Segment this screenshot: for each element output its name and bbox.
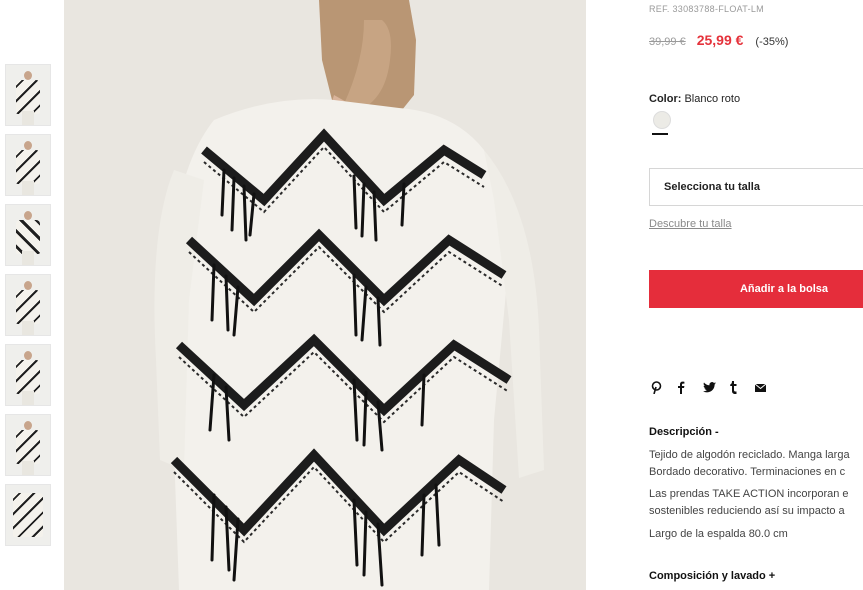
share-icons — [651, 381, 769, 394]
color-value: Blanco roto — [684, 93, 741, 105]
color-label-row: Color: Blanco roto — [649, 93, 740, 105]
selected-swatch-indicator — [652, 133, 668, 135]
tumblr-icon[interactable] — [729, 381, 743, 394]
back-length-text: Largo de la espalda 80.0 cm — [649, 528, 788, 540]
size-select-label: Selecciona tu talla — [664, 181, 760, 193]
thumbnail-gallery — [5, 64, 51, 554]
product-info-panel: REF. 33083788-FLOAT-LM 39,99 € 25,99 € (… — [649, 0, 863, 590]
color-label: Color: — [649, 93, 682, 105]
add-to-bag-label: Añadir a la bolsa — [739, 283, 829, 295]
thumbnail-6[interactable] — [5, 414, 51, 476]
thumbnail-2[interactable] — [5, 134, 51, 196]
thumbnail-5[interactable] — [5, 344, 51, 406]
twitter-icon[interactable] — [703, 382, 717, 393]
size-guide-link[interactable]: Descubre tu talla — [649, 218, 732, 230]
description-line: Tejido de algodón reciclado. Manga larga — [649, 449, 850, 461]
product-reference: REF. 33083788-FLOAT-LM — [649, 4, 764, 14]
size-select[interactable]: Selecciona tu talla — [649, 168, 863, 206]
price-row: 39,99 € 25,99 € (-35%) — [649, 32, 788, 48]
email-icon[interactable] — [755, 383, 769, 392]
color-swatch-blanco-roto[interactable] — [653, 111, 671, 129]
description-line: Las prendas TAKE ACTION incorporan e — [649, 488, 849, 500]
product-photo — [64, 0, 586, 590]
facebook-icon[interactable] — [677, 381, 691, 394]
description-toggle[interactable]: Descripción - — [649, 426, 719, 438]
sale-price: 25,99 € — [696, 32, 744, 48]
thumbnail-4[interactable] — [5, 274, 51, 336]
pinterest-icon[interactable] — [651, 381, 665, 394]
old-price: 39,99 € — [649, 36, 686, 48]
composition-toggle[interactable]: Composición y lavado + — [649, 570, 775, 582]
thumbnail-1[interactable] — [5, 64, 51, 126]
thumbnail-3[interactable] — [5, 204, 51, 266]
main-product-image[interactable] — [64, 0, 586, 590]
discount-badge: (-35%) — [755, 36, 789, 48]
description-line: Bordado decorativo. Terminaciones en c — [649, 466, 846, 478]
thumbnail-7[interactable] — [5, 484, 51, 546]
description-line: sostenibles reduciendo así su impacto a — [649, 505, 845, 517]
add-to-bag-button[interactable]: Añadir a la bolsa — [649, 270, 863, 308]
